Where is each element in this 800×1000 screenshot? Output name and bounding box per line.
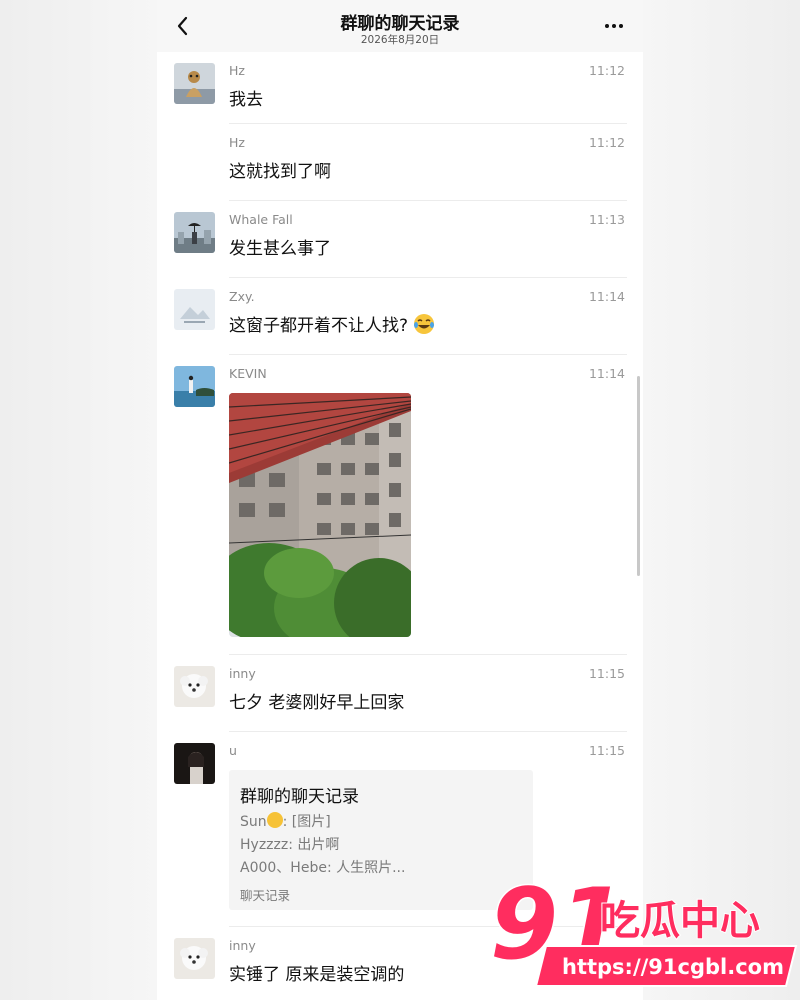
message-item: Zxy. 11:14 这窗子都开着不让人找? [157,278,643,355]
message-text: 七夕 老婆刚好早上回家 [229,693,405,713]
avatar[interactable] [174,212,215,253]
message-item: inny 11:15 七夕 老婆刚好早上回家 [157,655,643,732]
page-date: 2026年8月20日 [360,34,440,46]
message-text: 实锤了 原来是装空调的 [229,965,405,985]
avatar[interactable] [174,743,215,784]
card-line: Hyzzzz: 出片啊 [240,837,340,853]
sender-name: Whale Fall [229,212,293,227]
sender-name: inny [229,666,256,681]
screen: 群聊的聊天记录 2026年8月20日 Hz 11:12 我去 Hz 11:12 … [0,0,800,1000]
sender-name: Hz [229,63,245,78]
smile-emoji [266,812,283,828]
tears-of-joy-emoji [414,314,435,334]
message-time: 11:12 [588,135,625,150]
message-time: 11:15 [588,743,625,758]
card-title: 群聊的聊天记录 [240,787,359,807]
card-line: Sun: [图片] [240,812,331,830]
card-footer: 聊天记录 [240,888,291,903]
message-photo[interactable] [229,393,411,637]
sender-name: Hz [229,135,245,150]
message-time: 11:13 [588,212,625,227]
more-dots-icon[interactable] [605,24,623,28]
message-text: 这窗子都开着不让人找? [229,311,435,336]
message-time: 11:14 [588,289,625,304]
avatar[interactable] [174,938,215,979]
watermark-url: https://91cgbl.com [562,955,784,979]
message-time: 11:15 [588,666,625,681]
avatar[interactable] [174,289,215,330]
message-item: KEVIN 11:14 [157,355,643,655]
message-item: Hz 11:12 我去 [157,52,643,124]
chat-history-screen: 群聊的聊天记录 2026年8月20日 Hz 11:12 我去 Hz 11:12 … [157,0,643,1000]
nav-bar: 群聊的聊天记录 2026年8月20日 [157,0,643,52]
sender-name: u [229,743,237,758]
message-time: 11:12 [588,63,625,78]
watermark-logo: 91 吃瓜中心 https://91cgbl.com [488,862,800,1000]
avatar[interactable] [174,666,215,707]
message-text: 我去 [229,90,263,110]
page-title: 群聊的聊天记录 [340,14,460,34]
sender-name: inny [229,938,256,953]
message-time: 11:14 [588,366,625,381]
scrollbar[interactable] [637,376,640,576]
avatar[interactable] [174,366,215,407]
card-line: A000、Hebe: 人生照片... [240,860,406,876]
message-text: 发生甚么事了 [229,239,331,259]
watermark-brand: 吃瓜中心 [600,898,760,944]
message-item: Hz 11:12 这就找到了啊 [157,124,643,201]
sender-name: KEVIN [229,366,267,381]
sender-name: Zxy. [229,289,255,304]
message-item: Whale Fall 11:13 发生甚么事了 [157,201,643,278]
message-text: 这就找到了啊 [229,162,331,182]
avatar[interactable] [174,63,215,104]
